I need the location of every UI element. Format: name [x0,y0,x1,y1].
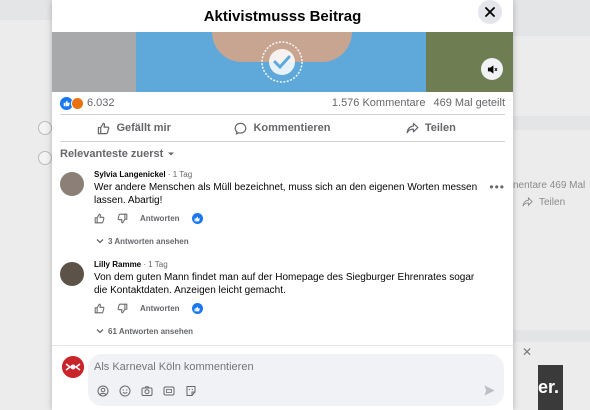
dialog-title: Aktivistmusss Beitrag [203,7,362,25]
chevron-down-icon [168,152,175,156]
karneval-logo-icon [62,356,84,378]
view-replies-link[interactable]: 61 Antworten ansehen [52,320,513,342]
avatar[interactable] [60,172,84,196]
comment-sort-dropdown[interactable]: Relevanteste zuerst [52,144,513,164]
comment-author[interactable]: Sylvia Langenickel [94,170,166,179]
reply-button[interactable]: Antworten [140,214,180,223]
chevron-down-icon [96,329,104,334]
share-label: Teilen [424,122,456,134]
like-label: Gefällt mir [116,122,171,134]
close-icon: ✕ [522,345,533,359]
post-stats: 6.032 1.576 Kommentare 469 Mal geteilt [52,92,513,114]
thumbs-up-icon[interactable] [94,213,105,224]
comment-text: Von dem guten Mann findet man auf der Ho… [94,272,475,296]
comment-text: Wer andere Menschen als Müll bezeichnet,… [94,182,478,206]
replies-label: 3 Antworten ansehen [108,236,189,246]
thumbs-up-icon[interactable] [94,303,105,314]
sticker-icon[interactable] [184,384,198,398]
comment-input[interactable] [94,361,394,373]
comment-time[interactable]: · 1 Tag [168,170,192,179]
like-button[interactable]: Gefällt mir [60,122,208,135]
replies-label: 61 Antworten ansehen [108,326,194,336]
background-right-card [513,36,590,116]
comment-label: Kommentieren [253,122,331,134]
send-icon[interactable] [483,384,496,402]
angry-reaction-icon [71,96,84,110]
post-dialog: Aktivistmusss Beitrag 6.032 1.576 Kommen… [52,0,513,410]
video-background [52,32,136,92]
reply-button[interactable]: Antworten [140,304,180,313]
more-options-icon[interactable]: ••• [489,180,505,194]
reaction-summary[interactable]: 6.032 [60,96,115,110]
comment-item: Sylvia Langenickel · 1 Tag Wer andere Me… [52,170,513,224]
comment-count[interactable]: 1.576 Kommentare [332,97,426,109]
mute-button[interactable] [481,58,503,80]
sort-label: Relevanteste zuerst [60,148,164,160]
like-reaction-icon[interactable] [191,303,203,314]
dialog-header: Aktivistmusss Beitrag [52,0,513,32]
thumbs-up-icon [98,122,110,134]
close-icon [485,7,495,17]
verified-seal-icon [261,41,303,83]
like-reaction-icon[interactable] [191,213,203,224]
background-share: Teilen [522,197,565,208]
comment-author[interactable]: Lilly Ramme [94,260,141,269]
view-replies-link[interactable]: 3 Antworten ansehen [52,230,513,252]
background-radio [38,151,52,165]
comment-icon [235,122,247,135]
background-radio [38,121,52,135]
close-button[interactable] [478,0,502,24]
gif-icon[interactable] [162,384,176,398]
avatar[interactable] [60,262,84,286]
reaction-count: 6.032 [87,97,115,109]
comment-box [88,354,504,406]
comment-time[interactable]: · 1 Tag [143,260,167,269]
comment-button[interactable]: Kommentieren [208,122,356,135]
background-left-card [0,20,52,410]
share-count[interactable]: 469 Mal geteilt [433,97,505,109]
background-ad-text: er. [538,377,560,397]
background-ad-image: er. [538,365,563,410]
post-video[interactable] [52,32,513,92]
share-button[interactable]: Teilen [357,122,505,135]
share-icon [406,122,419,133]
share-icon [522,197,533,207]
background-stats-text: nentare 469 Mal [513,180,586,191]
background-right-card [513,130,590,330]
comment-composer [52,345,513,410]
camera-icon[interactable] [140,384,154,398]
thumbs-down-icon[interactable] [117,213,128,224]
chevron-down-icon [96,239,104,244]
emoji-icon[interactable] [118,384,132,398]
avatar-sticker-icon[interactable] [96,384,110,398]
avatar[interactable] [62,356,84,378]
post-actions: Gefällt mir Kommentieren Teilen [60,114,505,142]
comment-item: Lilly Ramme · 1 Tag Von dem guten Mann f… [52,260,513,314]
thumbs-down-icon[interactable] [117,303,128,314]
background-share-label: Teilen [539,197,566,208]
speaker-muted-icon [487,64,497,74]
